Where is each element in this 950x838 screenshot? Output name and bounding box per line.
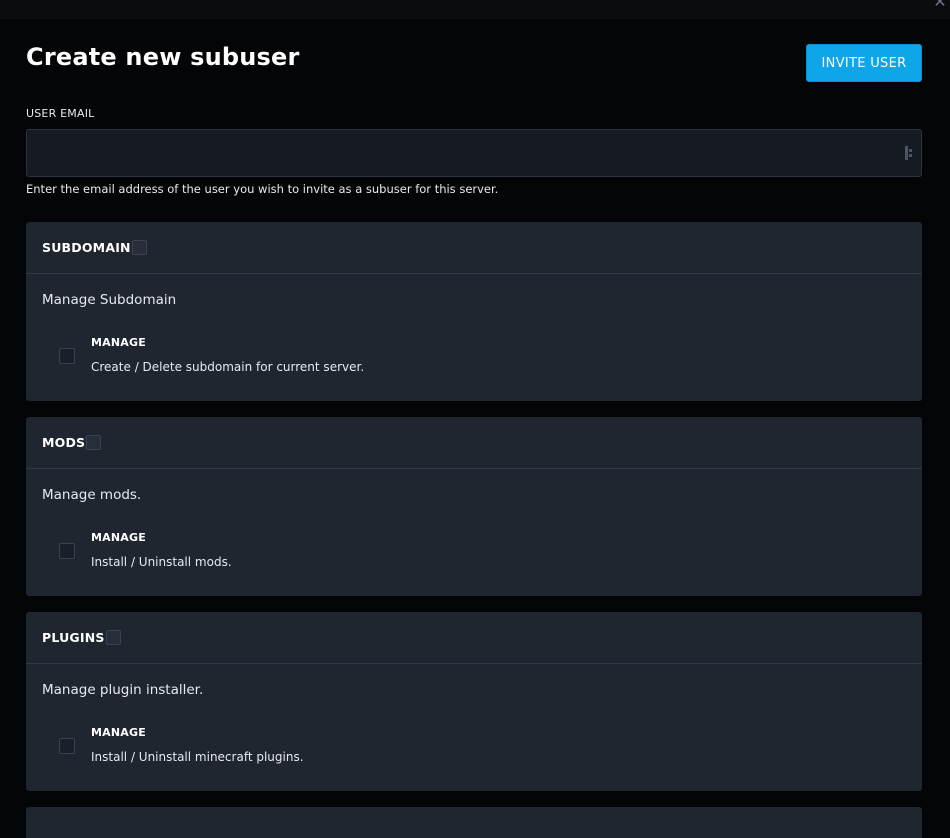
permission-name: MANAGE xyxy=(91,336,146,349)
password-manager-icon[interactable] xyxy=(905,146,915,160)
permission-description: Install / Uninstall mods. xyxy=(91,555,232,569)
permission-group-description: Manage plugin installer. xyxy=(42,682,204,698)
permission-group-description: Manage Subdomain xyxy=(42,292,177,308)
permission-group-header: MODS xyxy=(26,417,922,469)
permission-group-plugins: PLUGINS Manage plugin installer. MANAGE … xyxy=(26,612,922,791)
permission-group-title: PLUGINS xyxy=(42,630,105,645)
permission-description: Install / Uninstall minecraft plugins. xyxy=(91,750,304,764)
permission-group-next xyxy=(26,807,922,838)
close-icon[interactable]: ✕ xyxy=(932,0,948,10)
permission-name: MANAGE xyxy=(91,531,146,544)
permission-name: MANAGE xyxy=(91,726,146,739)
create-subuser-modal: Create new subuser INVITE USER USER EMAI… xyxy=(0,18,950,838)
permission-checkbox-mods-manage[interactable] xyxy=(59,543,75,559)
modal-title: Create new subuser xyxy=(26,43,300,71)
group-select-all-checkbox[interactable] xyxy=(105,630,121,645)
permission-group-mods: MODS Manage mods. MANAGE Install / Unins… xyxy=(26,417,922,596)
permission-description: Create / Delete subdomain for current se… xyxy=(91,360,365,374)
user-email-helper: Enter the email address of the user you … xyxy=(26,182,499,196)
permission-group-description: Manage mods. xyxy=(42,487,142,503)
permission-group-header: SUBDOMAIN xyxy=(26,222,922,274)
permission-checkbox-subdomain-manage[interactable] xyxy=(59,348,75,364)
permission-group-subdomain: SUBDOMAIN Manage Subdomain MANAGE Create… xyxy=(26,222,922,401)
user-email-input[interactable] xyxy=(26,129,922,177)
group-select-all-checkbox[interactable] xyxy=(86,435,102,450)
permission-group-header: PLUGINS xyxy=(26,612,922,664)
invite-user-button[interactable]: INVITE USER xyxy=(806,44,922,82)
permission-group-title: MODS xyxy=(42,435,86,450)
group-select-all-checkbox[interactable] xyxy=(131,240,147,255)
permission-checkbox-plugins-manage[interactable] xyxy=(59,738,75,754)
user-email-label: USER EMAIL xyxy=(26,107,95,120)
permission-group-title: SUBDOMAIN xyxy=(42,240,131,255)
